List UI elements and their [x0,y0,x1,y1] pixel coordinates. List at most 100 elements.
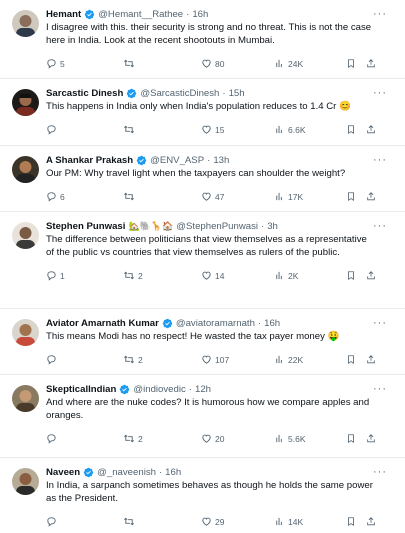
avatar[interactable] [12,10,39,37]
views-button[interactable]: 5.6K [274,433,346,444]
more-dots-icon[interactable]: ··· [373,383,387,395]
views-button[interactable]: 24K [274,58,346,69]
author-handle[interactable]: @aviatoramarnath [176,317,255,330]
avatar[interactable] [12,468,39,495]
reply-button[interactable]: 1 [46,270,123,281]
views-count: 2K [288,270,299,281]
like-count: 20 [215,433,225,444]
tweet[interactable]: Sarcastic Dinesh @SarcasticDinesh · 15h … [0,79,405,146]
like-button[interactable]: 80 [201,58,274,69]
timestamp[interactable]: 15h [229,87,245,100]
timestamp[interactable]: 16h [165,466,181,479]
share-button[interactable] [366,191,386,202]
author-name[interactable]: Aviator Amarnath Kumar [46,317,159,330]
like-button[interactable]: 107 [201,354,274,365]
author-name[interactable]: Sarcastic Dinesh [46,87,123,100]
timestamp[interactable]: 3h [267,220,278,233]
bookmark-button[interactable] [346,270,366,281]
retweet-icon [124,517,134,526]
reply-button[interactable] [46,516,123,527]
reply-button[interactable] [46,354,123,365]
views-button[interactable]: 14K [274,516,346,527]
tweet-text: In India, a sarpanch sometimes behaves a… [46,480,373,504]
timestamp[interactable]: 16h [264,317,280,330]
avatar[interactable] [12,222,39,249]
author-handle[interactable]: @SarcasticDinesh [140,87,219,100]
reply-icon [47,59,56,69]
author-handle[interactable]: @indiovedic [133,383,185,396]
views-button[interactable]: 6.6K [274,124,346,135]
tweet[interactable]: Stephen Punwasi 🏡🐘🦒🏠 @StephenPunwasi · 3… [0,212,405,309]
views-button[interactable]: 22K [274,354,346,365]
more-dots-icon[interactable]: ··· [373,8,387,20]
like-button[interactable]: 29 [201,516,274,527]
avatar[interactable] [12,89,39,116]
avatar[interactable] [12,385,39,412]
retweet-button[interactable]: 2 [123,433,201,444]
tweet-header: A Shankar Prakash @ENV_ASP · 13h [46,154,395,167]
more-dots-icon[interactable]: ··· [373,220,387,232]
tweet-header: Hemant @Hemant__Rathee · 16h [46,8,395,21]
author-name[interactable]: Naveen [46,466,80,479]
bookmark-button[interactable] [346,516,366,527]
tweet[interactable]: Aviator Amarnath Kumar @aviatoramarnath … [0,309,405,375]
share-button[interactable] [366,433,386,444]
action-bar: 2 20 5.6K [46,428,395,450]
more-dots-icon[interactable]: ··· [373,317,387,329]
heart-icon [202,192,211,201]
like-button[interactable]: 14 [201,270,274,281]
avatar[interactable] [12,156,39,183]
share-button[interactable] [366,270,386,281]
bookmark-button[interactable] [346,58,366,69]
reply-button[interactable]: 5 [46,58,123,69]
more-dots-icon[interactable]: ··· [373,466,387,478]
retweet-button[interactable] [123,58,201,69]
timestamp[interactable]: 16h [192,8,208,21]
retweet-icon [124,59,134,68]
author-name[interactable]: Hemant [46,8,81,21]
more-dots-icon[interactable]: ··· [373,154,387,166]
more-dots-icon[interactable]: ··· [373,87,387,99]
share-button[interactable] [366,516,386,527]
views-button[interactable]: 17K [274,191,346,202]
retweet-button[interactable] [123,516,201,527]
bookmark-icon [348,125,354,135]
views-button[interactable]: 2K [274,270,346,281]
like-button[interactable]: 20 [201,433,274,444]
bookmark-button[interactable] [346,433,366,444]
tweet[interactable]: A Shankar Prakash @ENV_ASP · 13h ··· Our… [0,146,405,212]
author-name[interactable]: SkepticalIndian [46,383,116,396]
author-handle[interactable]: @StephenPunwasi [176,220,258,233]
share-button[interactable] [366,124,386,135]
author-handle[interactable]: @ENV_ASP [150,154,204,167]
author-name[interactable]: Stephen Punwasi [46,220,125,233]
author-handle[interactable]: @_naveenish [97,466,156,479]
retweet-button[interactable] [123,191,201,202]
timestamp[interactable]: 12h [195,383,211,396]
bookmark-button[interactable] [346,124,366,135]
reply-button[interactable]: 6 [46,191,123,202]
views-chart-icon [276,59,282,68]
bookmark-icon [348,517,354,527]
like-button[interactable]: 47 [201,191,274,202]
retweet-button[interactable] [123,124,201,135]
reply-button[interactable] [46,124,123,135]
share-button[interactable] [366,58,386,69]
author-name[interactable]: A Shankar Prakash [46,154,133,167]
timestamp[interactable]: 13h [213,154,229,167]
tweet-header: Aviator Amarnath Kumar @aviatoramarnath … [46,317,395,330]
like-count: 15 [215,124,225,135]
tweet[interactable]: Naveen @_naveenish · 16h ··· In India, a… [0,458,405,533]
reply-button[interactable] [46,433,123,444]
author-handle[interactable]: @Hemant__Rathee [98,8,183,21]
tweet[interactable]: SkepticalIndian @indiovedic · 12h ··· An… [0,375,405,458]
bookmark-button[interactable] [346,191,366,202]
avatar[interactable] [12,319,39,346]
like-button[interactable]: 15 [201,124,274,135]
retweet-button[interactable]: 2 [123,270,201,281]
tweet[interactable]: Hemant @Hemant__Rathee · 16h ··· I disag… [0,0,405,79]
bookmark-button[interactable] [346,354,366,365]
share-button[interactable] [366,354,386,365]
retweet-button[interactable]: 2 [123,354,201,365]
bookmark-icon [348,271,354,281]
